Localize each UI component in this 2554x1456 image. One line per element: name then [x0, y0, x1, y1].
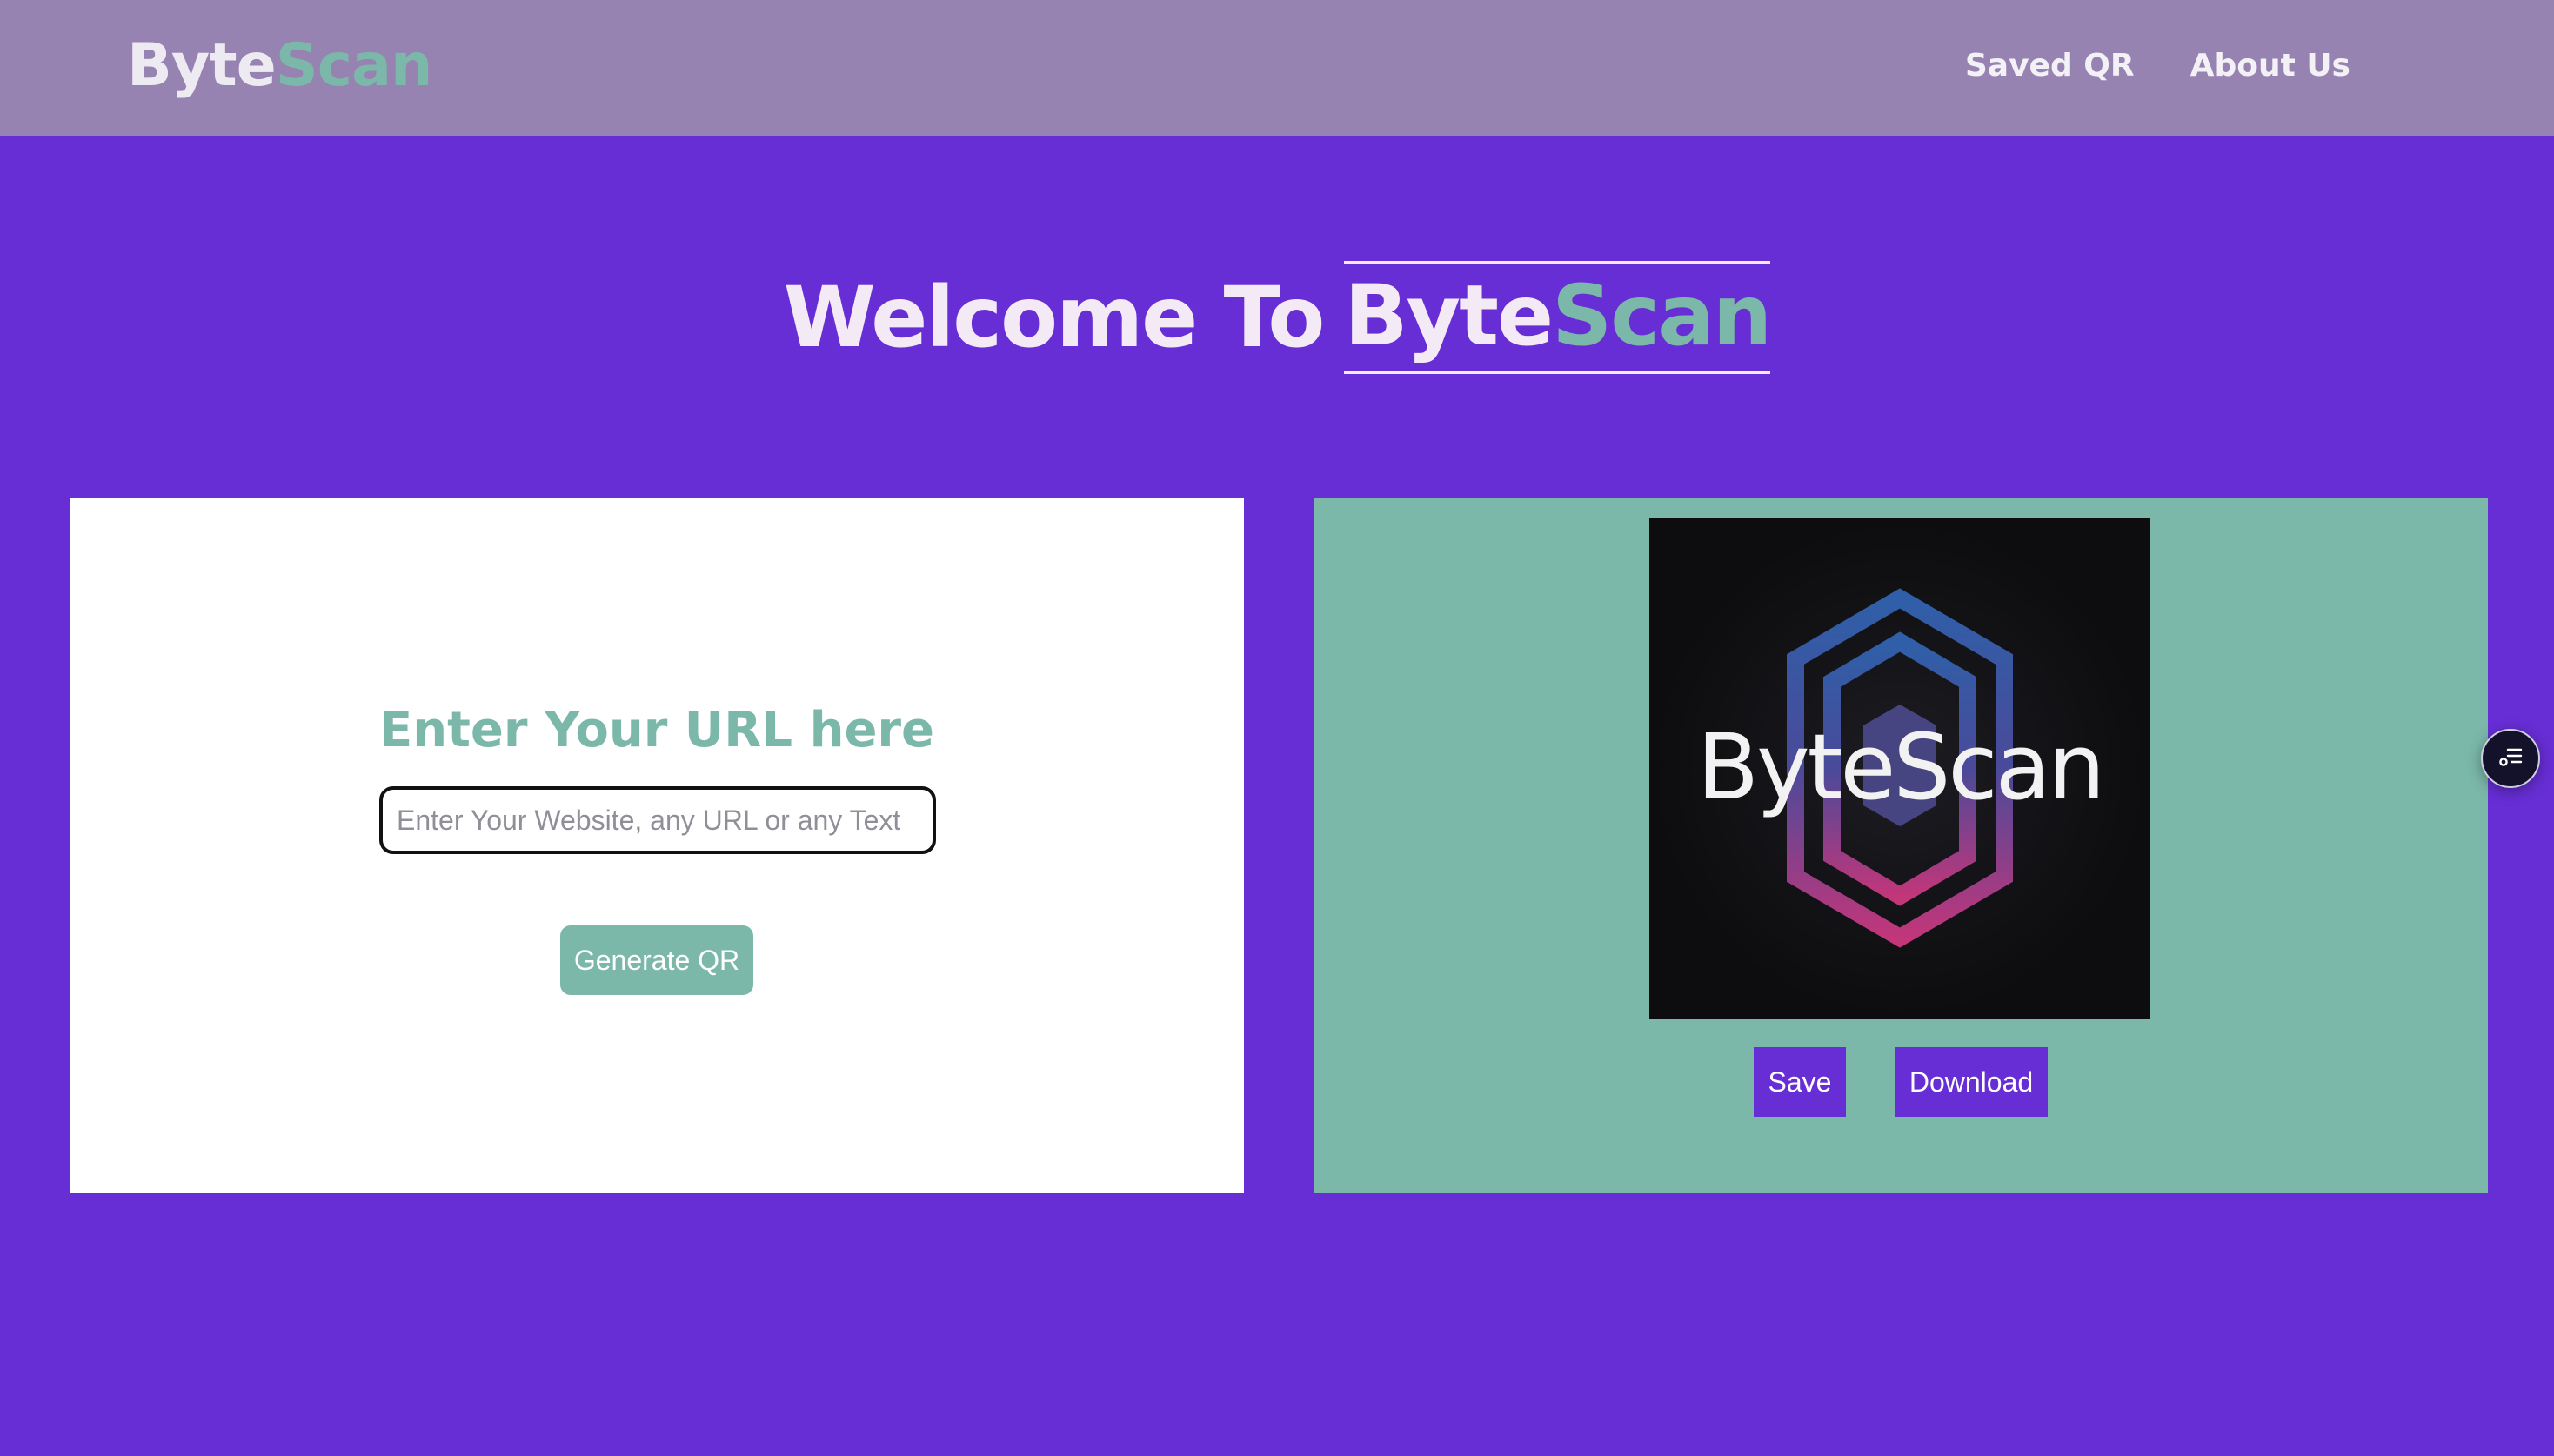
hero-title-brand: ByteScan: [1344, 261, 1772, 374]
hero-title: Welcome To ByteScan: [0, 261, 2554, 374]
nav-links: Saved QR About Us: [1965, 43, 2350, 89]
nav-link-saved-qr[interactable]: Saved QR: [1965, 43, 2135, 89]
hero-title-brand-scan: Scan: [1552, 267, 1772, 364]
hero-title-brand-byte: Byte: [1344, 267, 1554, 364]
nav-link-about-us[interactable]: About Us: [2190, 43, 2350, 89]
bytescan-logo-image: ByteScan: [1697, 588, 2105, 948]
download-button[interactable]: Download: [1895, 1047, 2048, 1117]
url-input-card: Enter Your URL here Generate QR: [70, 498, 1244, 1193]
url-input[interactable]: [379, 786, 936, 854]
brand-logo-byte: Byte: [127, 31, 277, 100]
qr-preview-image-text: ByteScan: [1697, 714, 2103, 820]
navbar: ByteScan Saved QR About Us: [0, 0, 2554, 136]
brand-logo[interactable]: ByteScan: [127, 31, 433, 101]
brand-logo-scan: Scan: [275, 31, 433, 100]
floating-widget-button[interactable]: [2481, 729, 2540, 788]
qr-preview-card: ByteScan Save Download: [1314, 498, 2488, 1193]
hero-title-prefix: Welcome To: [783, 269, 1326, 366]
url-heading: Enter Your URL here: [378, 702, 935, 758]
qr-preview-image: ByteScan: [1649, 518, 2150, 1019]
generate-qr-button[interactable]: Generate QR: [560, 925, 753, 995]
save-button[interactable]: Save: [1754, 1047, 1846, 1117]
list-settings-icon: [2496, 742, 2525, 776]
